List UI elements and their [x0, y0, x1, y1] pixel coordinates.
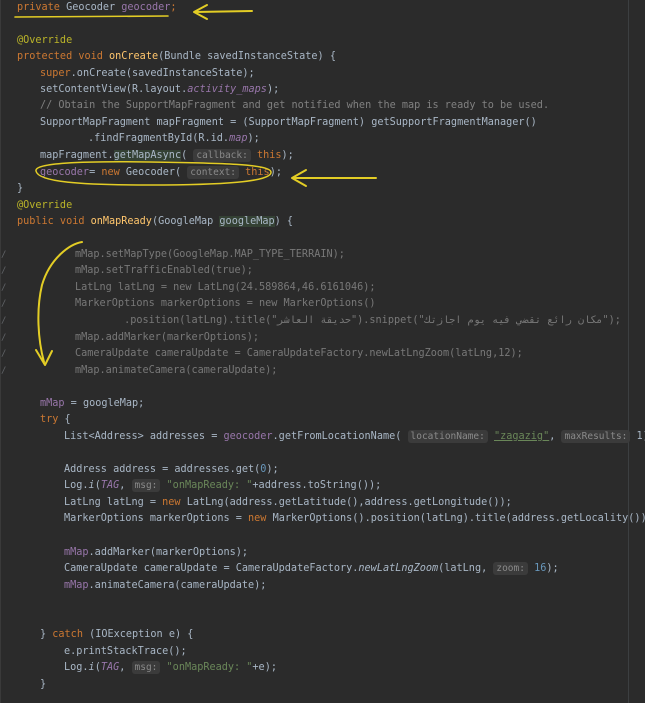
arrow-annotation — [291, 169, 377, 187]
arrow-annotation — [193, 4, 253, 20]
ellipse-annotation — [35, 161, 272, 186]
bracket-arrow-annotation — [35, 241, 83, 366]
code-editor[interactable]: private Geocoder geocoder; @Override pro… — [0, 0, 645, 703]
annotation-overlay — [14, 4, 377, 366]
underline-annotation — [14, 15, 169, 18]
